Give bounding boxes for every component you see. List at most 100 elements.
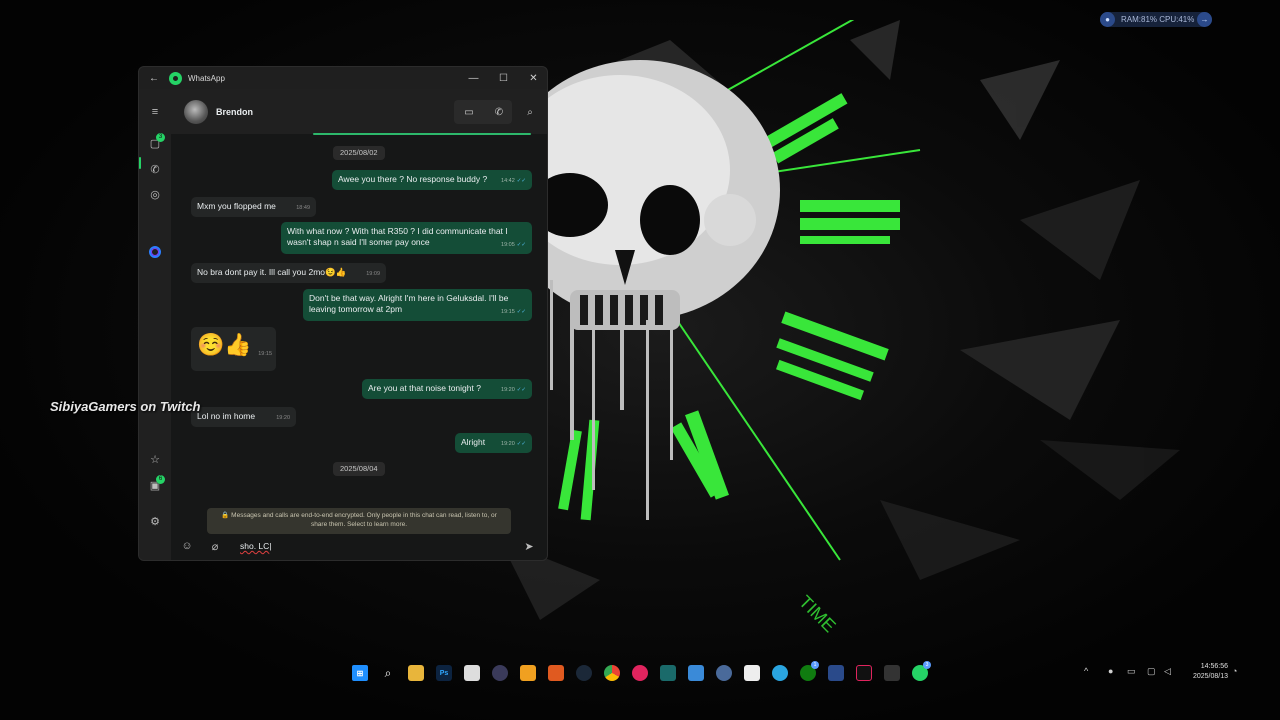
windows-start-icon[interactable]: ⊞ bbox=[352, 665, 368, 681]
ram-cpu-readout: RAM:81% CPU:41% bbox=[1121, 15, 1195, 24]
message-time: 19:20 bbox=[276, 415, 290, 421]
message-text: Alright bbox=[461, 437, 486, 447]
app-paint-icon[interactable] bbox=[744, 665, 760, 681]
message-time: 14:42 ✓✓ bbox=[501, 178, 526, 184]
profile-avatar[interactable] bbox=[147, 560, 161, 561]
chrome-icon[interactable] bbox=[604, 665, 620, 681]
message-input-text: sho. LC bbox=[240, 541, 270, 551]
whatsapp-logo-icon bbox=[169, 71, 182, 85]
read-ticks-icon: ✓✓ bbox=[516, 242, 526, 248]
message-time: 19:15 ✓✓ bbox=[501, 309, 526, 315]
calls-icon[interactable]: ✆ bbox=[147, 161, 163, 177]
message-input[interactable]: sho. LC| bbox=[240, 541, 272, 551]
app-news-icon[interactable] bbox=[828, 665, 844, 681]
attach-paperclip-icon[interactable]: ⌀ bbox=[207, 538, 223, 554]
clock-date: 2025/08/13 bbox=[1192, 673, 1228, 680]
performance-widget[interactable]: ● RAM:81% CPU:41% → bbox=[1100, 12, 1212, 27]
brave-icon[interactable] bbox=[548, 665, 564, 681]
message-bubble-in[interactable]: Lol no im home 19:20 bbox=[191, 407, 296, 427]
mic-tray-icon[interactable]: ● bbox=[1108, 666, 1113, 676]
message-text: Lol no im home bbox=[197, 411, 256, 421]
back-arrow-icon[interactable]: ← bbox=[139, 73, 169, 84]
stream-overlay-text: SibiyaGamers on Twitch bbox=[50, 399, 201, 414]
date-chip: 2025/08/02 bbox=[333, 146, 385, 160]
send-icon[interactable]: ➤ bbox=[521, 538, 537, 554]
whatsapp-window: ← WhatsApp — ☐ ✕ ≡ ▢ 3 ✆ ◎ ☆ ▣ 6 ⚙ Brend… bbox=[138, 66, 548, 561]
taskbar: ⊞ ⌕ Ps 1 3 ^ ● ▭ ▢ ◁ ◔ bbox=[0, 658, 1280, 688]
message-bubble-in[interactable]: No bra dont pay it. Ill call you 2mo😉👍 1… bbox=[191, 263, 386, 283]
emoji-message: ☺️👍 bbox=[197, 332, 252, 357]
desktop: TIME ● RAM:81% CPU:41% → ← WhatsApp — ☐ … bbox=[0, 0, 1280, 720]
message-bubble-out[interactable]: Alright 19:20 ✓✓ bbox=[455, 433, 532, 453]
message-text: Awee you there ? No response buddy ? bbox=[338, 174, 488, 184]
date-chip: 2025/08/04 bbox=[333, 462, 385, 476]
settings-gear-icon[interactable]: ⚙ bbox=[147, 513, 163, 529]
left-nav-rail: ≡ ▢ 3 ✆ ◎ ☆ ▣ 6 ⚙ bbox=[139, 89, 171, 561]
message-bubble-in[interactable]: Mxm you flopped me 18:49 bbox=[191, 197, 316, 217]
message-bubble-out[interactable]: Are you at that noise tonight ? 19:20 ✓✓ bbox=[362, 379, 532, 399]
chat-pane: Brendon ▭ ✆ ⌕ 2025/08/02 Awee you there … bbox=[171, 89, 547, 560]
notifications-icon[interactable]: ◔ bbox=[1232, 666, 1237, 676]
app-tv-icon[interactable] bbox=[884, 665, 900, 681]
mic-icon: ● bbox=[1100, 12, 1115, 27]
app-pink-icon[interactable] bbox=[632, 665, 648, 681]
video-call-icon[interactable]: ▭ bbox=[459, 102, 479, 122]
chevron-up-icon[interactable]: ^ bbox=[1084, 666, 1088, 676]
message-text: No bra dont pay it. Ill call you 2mo😉👍 bbox=[197, 267, 347, 277]
message-bubble-out[interactable]: Don't be that way. Alright I'm here in G… bbox=[303, 289, 532, 321]
read-ticks-icon: ✓✓ bbox=[516, 441, 526, 447]
store-icon[interactable] bbox=[464, 665, 480, 681]
emoji-icon[interactable]: ☺ bbox=[179, 538, 195, 554]
search-icon[interactable]: ⌕ bbox=[380, 665, 396, 681]
network-icon[interactable]: ▢ bbox=[1147, 666, 1156, 677]
message-time: 19:05 ✓✓ bbox=[501, 242, 526, 248]
starred-icon[interactable]: ☆ bbox=[147, 451, 163, 467]
steam-icon[interactable] bbox=[576, 665, 592, 681]
obs-icon[interactable] bbox=[492, 665, 508, 681]
read-ticks-icon: ✓✓ bbox=[516, 387, 526, 393]
photoshop-icon[interactable]: Ps bbox=[436, 665, 452, 681]
title-bar: ← WhatsApp — ☐ ✕ bbox=[139, 67, 547, 89]
read-ticks-icon: ✓✓ bbox=[516, 309, 526, 315]
keyboard-icon[interactable]: ▭ bbox=[1127, 666, 1136, 677]
svg-text:TIME: TIME bbox=[795, 592, 840, 637]
app-blue-icon[interactable] bbox=[688, 665, 704, 681]
volume-icon[interactable]: ◁ bbox=[1164, 666, 1171, 677]
contact-name[interactable]: Brendon bbox=[216, 107, 253, 117]
archive-badge: 6 bbox=[156, 475, 165, 484]
tiktok-icon[interactable] bbox=[856, 665, 872, 681]
search-icon[interactable]: ⌕ bbox=[520, 102, 540, 122]
chats-badge: 3 bbox=[156, 133, 165, 142]
voice-call-icon[interactable]: ✆ bbox=[489, 102, 509, 122]
arrow-right-icon[interactable]: → bbox=[1197, 12, 1212, 27]
clock-time: 14:56:56 bbox=[1200, 663, 1228, 670]
xbox-badge: 1 bbox=[811, 661, 819, 669]
window-title: WhatsApp bbox=[188, 73, 225, 83]
message-text: Don't be that way. Alright I'm here in G… bbox=[309, 293, 509, 314]
message-time: 19:15 bbox=[258, 351, 272, 357]
meta-ai-icon[interactable] bbox=[149, 246, 161, 258]
contact-avatar[interactable] bbox=[184, 99, 208, 124]
whatsapp-badge: 3 bbox=[923, 661, 931, 669]
maximize-button[interactable]: ☐ bbox=[489, 67, 518, 89]
menu-icon[interactable]: ≡ bbox=[147, 104, 163, 120]
message-bubble-out[interactable]: With what now ? With that R350 ? I did c… bbox=[281, 222, 532, 254]
file-explorer-icon[interactable] bbox=[408, 665, 424, 681]
message-time: 19:09 bbox=[366, 271, 380, 277]
app-teal-icon[interactable] bbox=[660, 665, 676, 681]
encryption-notice[interactable]: 🔒 Messages and calls are end-to-end encr… bbox=[207, 508, 511, 534]
status-icon[interactable]: ◎ bbox=[147, 186, 163, 202]
edge-icon[interactable] bbox=[772, 665, 788, 681]
message-time: 18:49 bbox=[296, 205, 310, 211]
app-settings-icon[interactable] bbox=[716, 665, 732, 681]
sticker-message-in[interactable]: ☺️👍 19:15 bbox=[191, 327, 276, 371]
message-time: 19:20 ✓✓ bbox=[501, 387, 526, 393]
chat-header: Brendon ▭ ✆ ⌕ bbox=[171, 89, 547, 134]
close-button[interactable]: ✕ bbox=[519, 67, 547, 89]
taskbar-clock[interactable]: 14:56:56 2025/08/13 bbox=[1180, 662, 1228, 682]
message-bubble-out[interactable]: Awee you there ? No response buddy ? 14:… bbox=[332, 170, 532, 190]
active-indicator bbox=[139, 157, 141, 169]
app-orange-icon[interactable] bbox=[520, 665, 536, 681]
message-text: Are you at that noise tonight ? bbox=[368, 383, 481, 393]
minimize-button[interactable]: — bbox=[459, 67, 488, 89]
